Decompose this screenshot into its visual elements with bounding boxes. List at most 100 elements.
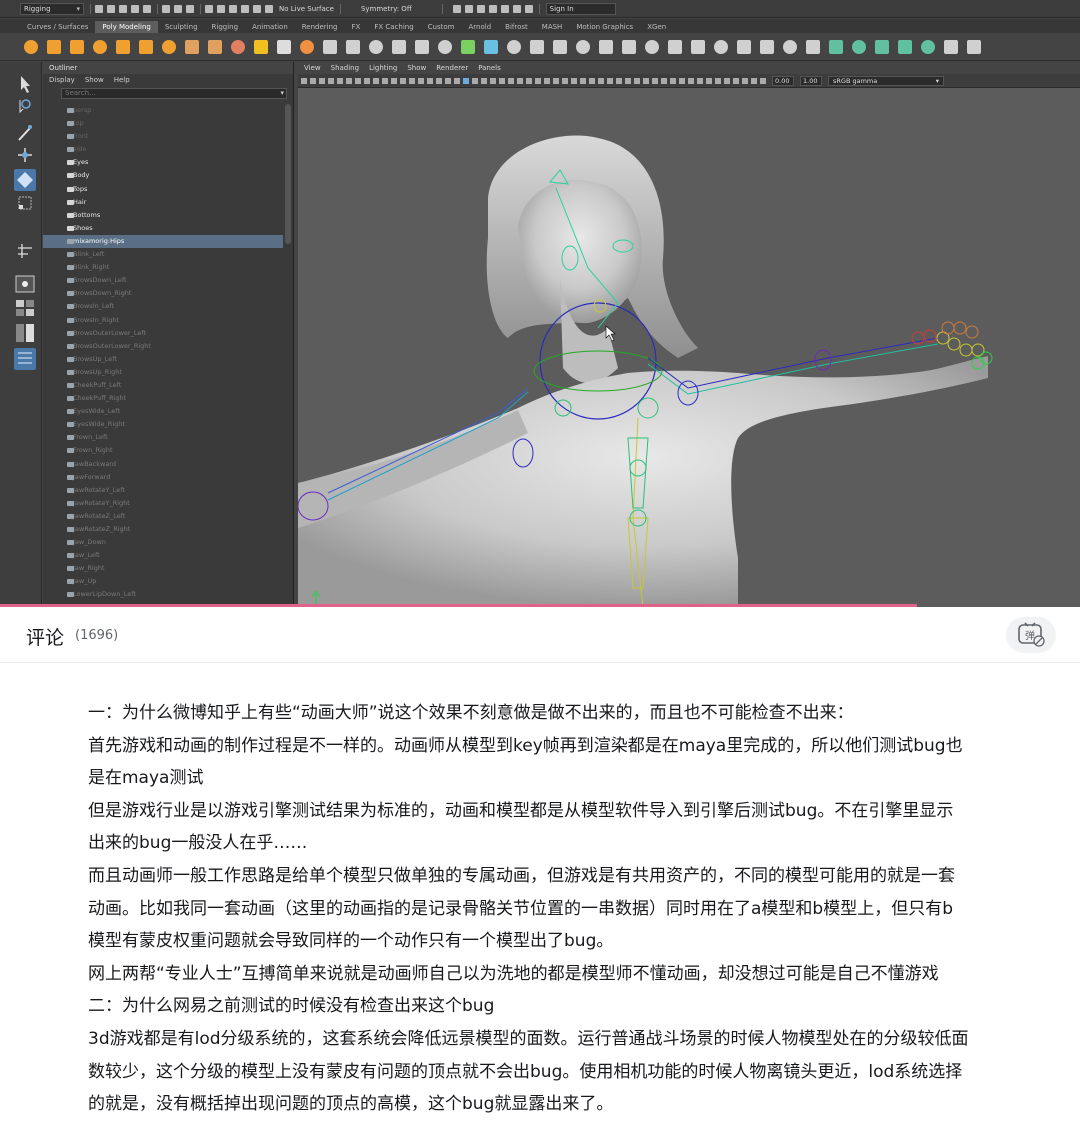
shelf-tool-icon[interactable]: [875, 39, 889, 54]
outliner-item[interactable]: Blink_Left: [43, 248, 283, 261]
outliner-item[interactable]: CheekPuff_Left: [43, 379, 283, 392]
viewport-tool-icon[interactable]: [715, 77, 721, 84]
snap-grid-icon[interactable]: [205, 4, 213, 13]
viewport-tool-icon[interactable]: [598, 77, 604, 84]
viewport-tool-icon[interactable]: [463, 77, 469, 84]
outliner-menu-item[interactable]: Show: [85, 74, 104, 86]
viewport-tool-icon[interactable]: [652, 77, 658, 84]
menu-set-dropdown[interactable]: Rigging ▾: [20, 2, 84, 15]
scene-view[interactable]: [298, 88, 1080, 607]
open-scene-icon[interactable]: [107, 4, 115, 13]
shelf-tool-icon[interactable]: [392, 39, 406, 54]
outliner-item[interactable]: persp: [43, 104, 283, 117]
shelf-tool-icon[interactable]: [760, 39, 774, 54]
outliner-item[interactable]: front: [43, 130, 283, 143]
viewport-tool-icon[interactable]: [373, 77, 379, 84]
move-tool-icon[interactable]: [18, 148, 32, 162]
viewport-tool-icon[interactable]: [643, 77, 649, 84]
danmaku-toggle-button[interactable]: 弹: [1006, 617, 1056, 653]
shelf-tab[interactable]: Curves / Surfaces: [20, 21, 95, 33]
viewport-tool-icon[interactable]: [634, 77, 640, 84]
outliner-item[interactable]: JawBackward: [43, 458, 283, 471]
rotate-tool-icon[interactable]: [14, 169, 36, 191]
shelf-tool-icon[interactable]: [553, 39, 567, 54]
shelf-tool-icon[interactable]: [47, 39, 61, 54]
shelf-tool-icon[interactable]: [806, 39, 820, 54]
shelf-tool-icon[interactable]: [944, 39, 958, 54]
viewport-panel[interactable]: View Shading Lighting Show Renderer Panels 0.…: [298, 62, 1080, 607]
hypershade-icon[interactable]: [488, 4, 497, 13]
snap-view-icon[interactable]: [241, 4, 249, 13]
viewport-tool-icon[interactable]: [454, 77, 460, 84]
viewport-tool-icon[interactable]: [355, 77, 361, 84]
viewport-tool-icon[interactable]: [436, 77, 442, 84]
shelf-tool-icon[interactable]: [254, 39, 268, 54]
viewport-tool-icon[interactable]: [328, 77, 334, 84]
viewport-tool-icon[interactable]: [742, 77, 748, 84]
layout-four-icon[interactable]: [16, 300, 34, 316]
viewport-tool-icon[interactable]: [508, 77, 514, 84]
render-view-icon[interactable]: [500, 4, 509, 13]
shelf-tool-icon[interactable]: [599, 39, 613, 54]
shelf-tool-icon[interactable]: [277, 39, 291, 54]
sign-in-dropdown[interactable]: Sign In: [545, 2, 616, 15]
viewport-tool-icon[interactable]: [400, 77, 406, 84]
shelf-tool-icon[interactable]: [714, 39, 728, 54]
viewport-tool-icon[interactable]: [625, 77, 631, 84]
shelf-tab[interactable]: Bifrost: [498, 21, 535, 33]
snap-surface-icon[interactable]: [253, 4, 261, 13]
symmetry-label[interactable]: Symmetry: Off: [361, 5, 412, 13]
viewport-menu-item[interactable]: Shading: [331, 62, 359, 74]
viewport-tool-icon[interactable]: [562, 77, 568, 84]
outliner-item[interactable]: side: [43, 143, 283, 156]
outliner-item[interactable]: Shoes: [43, 222, 283, 235]
viewport-menu-item[interactable]: Renderer: [436, 62, 468, 74]
shelf-tool-icon[interactable]: [484, 39, 498, 54]
viewport-tool-icon[interactable]: [499, 77, 505, 84]
paint-select-icon[interactable]: [18, 125, 32, 141]
outliner-item[interactable]: JawRotateY_Right: [43, 497, 283, 510]
viewport-tool-icon[interactable]: [760, 77, 766, 84]
save-scene-icon[interactable]: [119, 4, 127, 13]
select-component-icon[interactable]: [186, 4, 194, 13]
shelf-tool-icon[interactable]: [507, 39, 521, 54]
layout-two-icon[interactable]: [16, 324, 34, 342]
shelf-tool-icon[interactable]: [139, 39, 153, 54]
snap-curve-icon[interactable]: [217, 4, 225, 13]
shelf-tab[interactable]: MASH: [535, 21, 570, 33]
viewport-menu-item[interactable]: Show: [407, 62, 426, 74]
viewport-tool-icon[interactable]: [445, 77, 451, 84]
light-editor-icon[interactable]: [512, 4, 521, 13]
outliner-item[interactable]: BrowsOuterLower_Right: [43, 340, 283, 353]
shelf-tool-icon[interactable]: [530, 39, 544, 54]
shelf-tabs-gear-icon[interactable]: [0, 21, 20, 33]
layout-outliner-icon[interactable]: [14, 348, 36, 370]
viewport-tool-icon[interactable]: [337, 77, 343, 84]
viewport-tool-icon[interactable]: [571, 77, 577, 84]
snap-point-icon[interactable]: [229, 4, 237, 13]
pause-icon[interactable]: [524, 4, 533, 13]
shelf-tool-icon[interactable]: [93, 39, 107, 54]
shelf-tool-icon[interactable]: [576, 39, 590, 54]
character-model[interactable]: [298, 135, 988, 608]
shelf-tool-icon[interactable]: [116, 39, 130, 54]
shelf-tool-icon[interactable]: [967, 39, 981, 54]
outliner-item[interactable]: Bottoms: [43, 209, 283, 222]
outliner-item[interactable]: mixamorig:Hips: [43, 234, 283, 249]
viewport-tool-icon[interactable]: [346, 77, 352, 84]
shelf-tool-icon[interactable]: [622, 39, 636, 54]
outliner-item[interactable]: top: [43, 117, 283, 130]
shelf-tab[interactable]: Rigging: [205, 21, 246, 33]
viewport-menu-item[interactable]: Lighting: [369, 62, 397, 74]
outliner-scrollbar[interactable]: [285, 104, 291, 244]
outliner-item[interactable]: BrowsOuterLower_Left: [43, 327, 283, 340]
outliner-item[interactable]: EyesWide_Right: [43, 418, 283, 431]
outliner-search-input[interactable]: Search... ▾: [61, 88, 287, 99]
shelf-tab[interactable]: XGen: [640, 21, 673, 33]
chevron-down-icon[interactable]: ▾: [280, 89, 284, 98]
outliner-menu-item[interactable]: Help: [114, 74, 130, 86]
shelf-tool-icon[interactable]: [461, 39, 475, 54]
outliner-item[interactable]: JawForward: [43, 471, 283, 484]
shelf-tool-icon[interactable]: [438, 39, 452, 54]
shelf-tool-icon[interactable]: [852, 39, 866, 54]
